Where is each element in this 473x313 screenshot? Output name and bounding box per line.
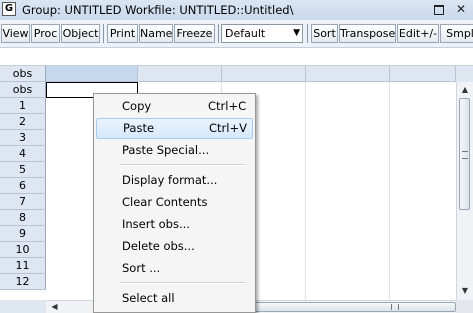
menu-item-display-format[interactable]: Display format... — [96, 170, 253, 191]
edit-toggle-button[interactable]: Edit+/- — [397, 24, 439, 43]
row-label[interactable]: 8 — [0, 210, 46, 226]
menu-item-label: Delete obs... — [122, 239, 195, 253]
transpose-button[interactable]: Transpose — [339, 24, 396, 43]
column-header-selected[interactable] — [46, 66, 138, 82]
row-label[interactable]: 3 — [0, 130, 46, 146]
row-label[interactable]: 4 — [0, 146, 46, 162]
row-label[interactable]: 5 — [0, 162, 46, 178]
row-label[interactable]: 6 — [0, 178, 46, 194]
column-header[interactable] — [390, 66, 456, 82]
menu-item-label: Display format... — [122, 173, 218, 187]
column-gridline — [389, 66, 390, 300]
column-header[interactable] — [138, 66, 222, 82]
toolbar-separator — [307, 24, 308, 43]
scroll-left-icon[interactable]: ◀ — [48, 301, 61, 313]
vertical-scrollbar[interactable]: ▲ ▼ — [456, 82, 473, 300]
view-button[interactable]: View — [1, 24, 30, 43]
menu-item-select-all[interactable]: Select all — [96, 288, 253, 309]
print-button[interactable]: Print — [107, 24, 138, 43]
row-label[interactable]: 9 — [0, 226, 46, 242]
scroll-down-icon[interactable]: ▼ — [457, 283, 473, 299]
display-format-dropdown[interactable]: Default ▼ — [221, 24, 303, 43]
scroll-up-icon[interactable]: ▲ — [457, 82, 473, 98]
context-menu: Copy Ctrl+C Paste Ctrl+V Paste Special..… — [93, 93, 256, 313]
name-button[interactable]: Name — [139, 24, 173, 43]
column-gridline — [305, 66, 306, 300]
title-bar: G Group: UNTITLED Workfile: UNTITLED::Un… — [0, 0, 473, 20]
menu-separator — [120, 282, 246, 284]
freeze-button[interactable]: Freeze — [174, 24, 215, 43]
smpl-button[interactable]: Smpl — [440, 24, 473, 43]
toolbar-separator — [218, 24, 219, 43]
row-label[interactable]: 1 — [0, 98, 46, 114]
menu-item-copy[interactable]: Copy Ctrl+C — [96, 96, 253, 117]
dropdown-value: Default — [225, 27, 266, 40]
row-label[interactable]: 2 — [0, 114, 46, 130]
column-header[interactable] — [222, 66, 306, 82]
proc-button[interactable]: Proc — [31, 24, 60, 43]
scrollbar-corner — [456, 300, 473, 313]
row-label[interactable]: 11 — [0, 258, 46, 274]
menu-item-label: Copy — [122, 99, 152, 113]
close-button[interactable]: ✕ — [452, 2, 470, 17]
menu-item-shortcut: Ctrl+V — [209, 121, 247, 135]
menu-item-clear-contents[interactable]: Clear Contents — [96, 192, 253, 213]
grip-icon — [391, 304, 399, 310]
row-label[interactable]: 10 — [0, 242, 46, 258]
vertical-scroll-thumb[interactable] — [459, 98, 470, 210]
sort-button[interactable]: Sort — [311, 24, 338, 43]
menu-item-delete-obs[interactable]: Delete obs... — [96, 236, 253, 257]
menu-item-shortcut: Ctrl+C — [208, 99, 247, 113]
chevron-down-icon: ▼ — [293, 28, 300, 38]
menu-item-label: Paste Special... — [122, 143, 210, 157]
cell-edit-field[interactable] — [0, 48, 473, 66]
menu-item-label: Clear Contents — [122, 195, 208, 209]
menu-item-paste[interactable]: Paste Ctrl+V — [96, 118, 253, 139]
menu-item-label: Paste — [123, 121, 155, 135]
menu-item-label: Select all — [122, 291, 175, 305]
row-label[interactable]: 12 — [0, 274, 46, 290]
group-window-icon: G — [2, 2, 16, 16]
menu-item-insert-obs[interactable]: Insert obs... — [96, 214, 253, 235]
menu-separator — [120, 164, 246, 166]
maximize-button[interactable] — [429, 2, 447, 17]
header-row-label: obs — [0, 66, 46, 82]
toolbar-separator — [103, 24, 104, 43]
menu-item-label: Sort ... — [122, 261, 161, 275]
subheader-row-label: obs — [0, 82, 46, 98]
window-title: Group: UNTITLED Workfile: UNTITLED::Unti… — [22, 3, 294, 17]
grip-icon — [462, 151, 468, 159]
menu-item-sort[interactable]: Sort ... — [96, 258, 253, 279]
object-toolbar: View Proc Object Print Name Freeze Defau… — [0, 20, 473, 48]
object-button[interactable]: Object — [61, 24, 100, 43]
menu-item-paste-special[interactable]: Paste Special... — [96, 140, 253, 161]
column-header[interactable] — [306, 66, 390, 82]
menu-item-label: Insert obs... — [122, 217, 190, 231]
row-label[interactable]: 7 — [0, 194, 46, 210]
